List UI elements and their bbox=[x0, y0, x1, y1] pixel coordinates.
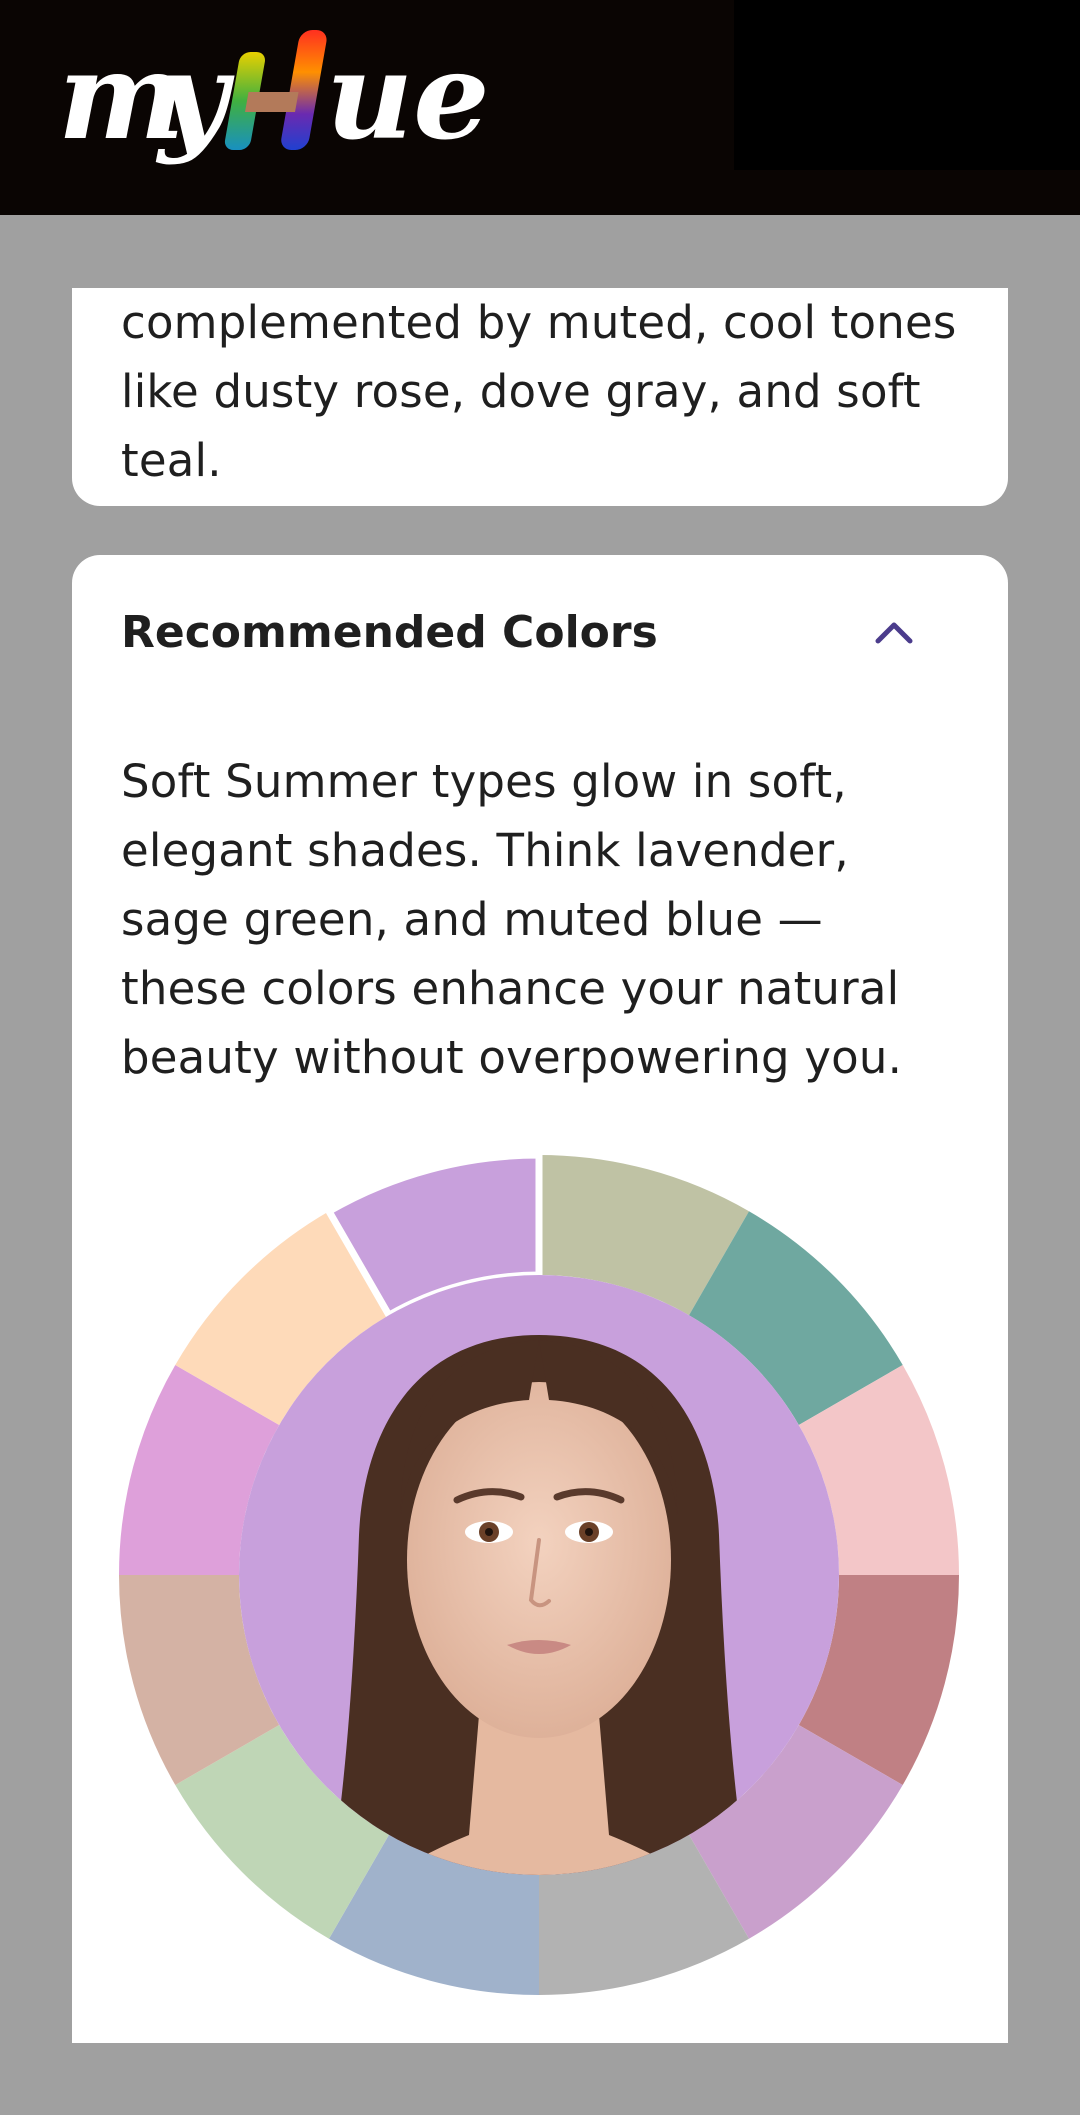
header-right-panel bbox=[734, 0, 1080, 170]
overview-card: complemented by muted, cool tones like d… bbox=[72, 288, 1008, 506]
recommended-colors-title: Recommended Colors bbox=[121, 607, 658, 658]
recommended-colors-card: Recommended Colors Soft Summer types glo… bbox=[72, 555, 1008, 2043]
svg-text:ue: ue bbox=[326, 26, 490, 167]
recommended-colors-description: Soft Summer types glow in soft, elegant … bbox=[121, 755, 903, 1084]
myhue-logo[interactable]: m y ue bbox=[58, 10, 498, 180]
overview-text: complemented by muted, cool tones like d… bbox=[121, 296, 957, 487]
face-portrait bbox=[324, 1335, 754, 1875]
color-wheel bbox=[119, 1155, 959, 1995]
chevron-up-icon[interactable] bbox=[872, 617, 916, 647]
svg-text:y: y bbox=[155, 26, 235, 167]
app-header: m y ue bbox=[0, 0, 1080, 215]
